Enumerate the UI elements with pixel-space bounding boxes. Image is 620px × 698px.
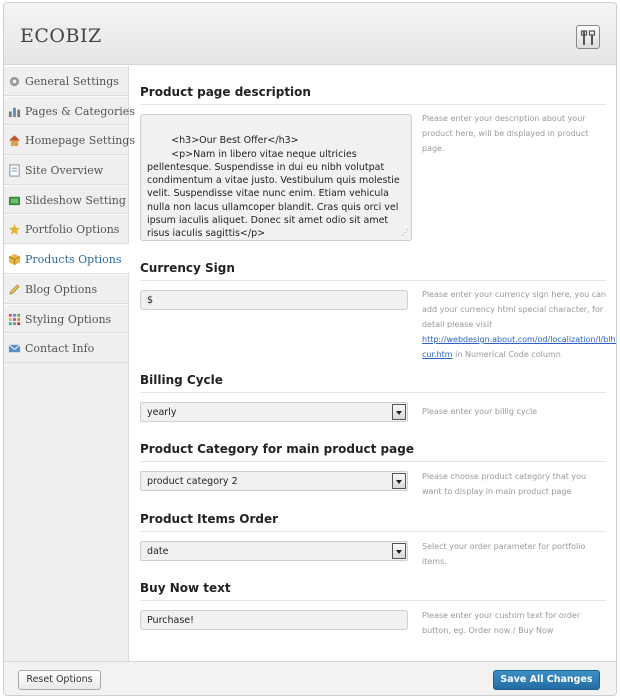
mail-icon: [8, 344, 21, 353]
sidebar-item-label: Styling Options: [25, 312, 112, 326]
billing-cycle-select[interactable]: yearly: [140, 402, 408, 422]
section-title: Currency Sign: [140, 261, 235, 275]
chevron-down-icon[interactable]: [392, 404, 406, 420]
sidebar-item-styling-options[interactable]: Styling Options: [4, 303, 128, 334]
help-text: Please choose product category that you …: [422, 472, 587, 496]
divider: [140, 600, 606, 601]
section-title: Product Category for main product page: [140, 442, 414, 456]
sidebar-item-label: Products Options: [25, 253, 122, 267]
sidebar-item-label: Blog Options: [25, 282, 98, 296]
chevron-down-icon[interactable]: [392, 543, 406, 559]
section-title: Product Items Order: [140, 512, 279, 526]
select-value: date: [147, 546, 169, 557]
help-text: Please enter your billig cycle: [422, 407, 538, 416]
help-text: Please enter your description about your…: [422, 114, 589, 153]
select-value: product category 2: [147, 476, 238, 487]
section-title: Product page description: [140, 85, 311, 99]
options-panel: ECOBIZ General Settings Pages & Categori…: [3, 2, 617, 696]
sidebar-item-label: Homepage Settings: [25, 134, 135, 148]
help-text: Please enter your custom text for order …: [422, 611, 581, 635]
divider: [140, 104, 606, 105]
items-order-select[interactable]: date: [140, 541, 408, 561]
help-text-before: Please enter your currency sign here, yo…: [422, 290, 607, 329]
divider: [140, 392, 606, 393]
input-value: Purchase!: [147, 615, 194, 626]
pencil-icon: [9, 284, 20, 295]
currency-input[interactable]: $: [140, 290, 408, 310]
gear-icon: [9, 76, 20, 87]
sidebar-item-pages-categories[interactable]: Pages & Categories: [4, 95, 135, 126]
sidebar-item-slideshow-setting[interactable]: Slideshow Setting: [4, 184, 128, 215]
section-title: Buy Now text: [140, 581, 231, 595]
sidebar-item-general-settings[interactable]: General Settings: [4, 66, 128, 96]
help-text-after: in Numerical Code column: [452, 350, 561, 359]
sidebar-item-site-overview[interactable]: Site Overview: [4, 155, 128, 185]
sidebar-item-blog-options[interactable]: Blog Options: [4, 273, 128, 304]
chevron-down-icon[interactable]: [392, 473, 406, 489]
buy-now-input[interactable]: Purchase!: [140, 610, 408, 630]
sidebar-item-products-options[interactable]: Products Options: [4, 244, 130, 274]
sidebar-item-label: Pages & Categories: [25, 104, 135, 118]
textarea-value: <h3>Our Best Offer</h3> <p>Nam in libero…: [147, 135, 400, 240]
sidebar-item-homepage-settings[interactable]: Homepage Settings: [4, 125, 135, 156]
home-icon: [8, 135, 21, 147]
sidebar: General Settings Pages & Categories Home…: [4, 66, 135, 661]
box-icon: [8, 254, 21, 266]
palette-icon: [8, 313, 21, 325]
sidebar-item-label: Site Overview: [25, 164, 104, 178]
brand-logo: ECOBIZ: [20, 25, 102, 47]
input-value: $: [147, 295, 154, 306]
main-content: Product page description <h3>Our Best Of…: [130, 66, 616, 661]
divider: [140, 531, 606, 532]
sidebar-item-label: Contact Info: [25, 342, 95, 356]
sidebar-item-label: Slideshow Setting: [25, 193, 126, 207]
divider: [140, 280, 606, 281]
sidebar-item-contact-info[interactable]: Contact Info: [4, 333, 128, 363]
tools-icon[interactable]: [576, 25, 600, 49]
header: ECOBIZ: [4, 3, 616, 65]
chart-icon: [8, 107, 21, 117]
divider: [140, 461, 606, 462]
product-description-textarea[interactable]: <h3>Our Best Offer</h3> <p>Nam in libero…: [140, 114, 412, 241]
slideshow-icon: [8, 196, 21, 205]
star-icon: [8, 224, 21, 236]
sidebar-item-portfolio-options[interactable]: Portfolio Options: [4, 214, 128, 245]
select-value: yearly: [147, 407, 177, 418]
save-all-changes-button[interactable]: Save All Changes: [493, 670, 600, 690]
sidebar-item-label: Portfolio Options: [25, 223, 120, 237]
product-category-select[interactable]: product category 2: [140, 471, 408, 491]
document-icon: [9, 164, 20, 177]
resize-grip-icon[interactable]: ⋰: [401, 226, 409, 239]
help-text: Select your order parameter for portfoli…: [422, 542, 586, 566]
footer: Reset Options Save All Changes: [4, 661, 616, 695]
help-text: Please enter your currency sign here, yo…: [422, 287, 616, 362]
reset-options-button[interactable]: Reset Options: [18, 670, 101, 690]
sidebar-item-label: General Settings: [25, 75, 119, 88]
section-title: Billing Cycle: [140, 373, 223, 387]
